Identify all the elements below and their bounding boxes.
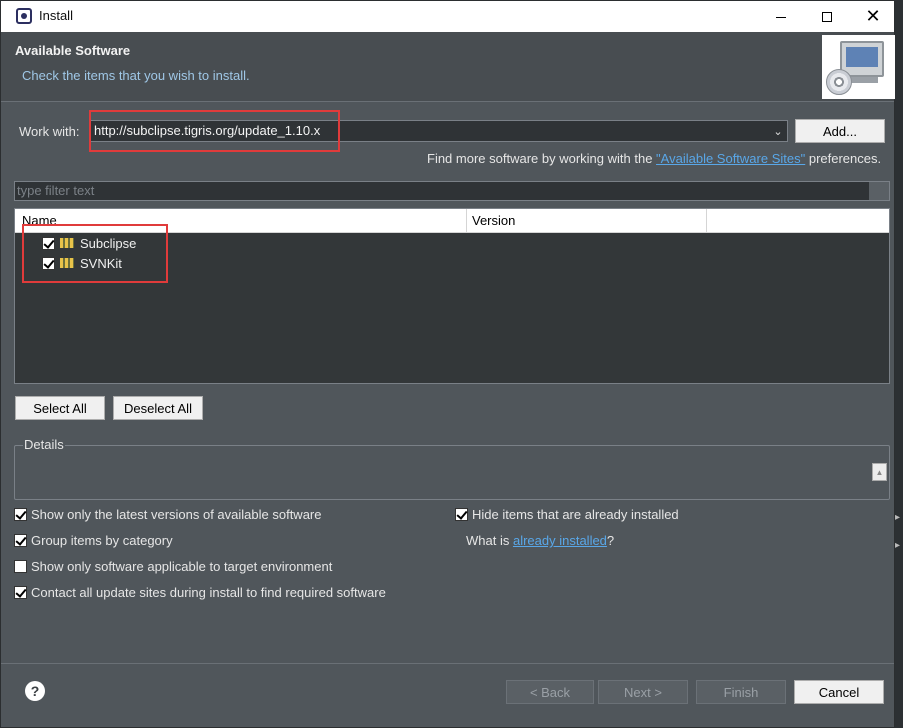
- tree-header: Name Version: [15, 209, 889, 233]
- close-icon: ✕: [865, 6, 881, 26]
- banner-subtitle: Check the items that you wish to install…: [22, 68, 250, 83]
- add-site-button[interactable]: Add...: [795, 119, 885, 143]
- filter-placeholder: type filter text: [17, 183, 95, 198]
- work-with-value: http://subclipse.tigris.org/update_1.10.…: [94, 123, 321, 138]
- minimize-icon: [776, 16, 786, 18]
- background-window-edge: ▸ ▸: [895, 0, 903, 728]
- back-button[interactable]: < Back: [506, 680, 594, 704]
- tree-item-label: SVNKit: [80, 255, 122, 271]
- contact-sites-checkbox[interactable]: [14, 586, 27, 599]
- help-icon[interactable]: ?: [25, 681, 45, 701]
- tree-item-subclipse[interactable]: Subclipse: [15, 233, 889, 253]
- option-hide-installed[interactable]: Hide items that are already installed: [455, 507, 679, 522]
- close-button[interactable]: ✕: [850, 1, 896, 32]
- scroll-arrow-icon: ▸: [895, 512, 901, 523]
- available-software-sites-link[interactable]: "Available Software Sites": [656, 151, 805, 166]
- subclipse-checkbox[interactable]: [42, 236, 55, 250]
- filter-input[interactable]: type filter text: [14, 181, 890, 201]
- software-tree: Name Version Subclipse SVNKit: [14, 208, 890, 384]
- target-environment-checkbox[interactable]: [14, 560, 27, 573]
- work-with-label: Work with:: [19, 124, 80, 139]
- work-with-combo[interactable]: http://subclipse.tigris.org/update_1.10.…: [89, 120, 788, 142]
- option-contact-update-sites[interactable]: Contact all update sites during install …: [14, 585, 386, 600]
- maximize-button[interactable]: [804, 1, 850, 32]
- column-version[interactable]: Version: [472, 213, 515, 228]
- window-title: Install: [39, 8, 73, 23]
- chevron-down-icon[interactable]: ⌄: [769, 121, 787, 141]
- already-installed-link[interactable]: already installed: [513, 533, 607, 548]
- what-is-installed-text: What is already installed?: [466, 533, 615, 548]
- svnkit-checkbox[interactable]: [42, 256, 55, 270]
- details-group: Details ▲: [14, 437, 890, 500]
- title-bar: Install ✕: [1, 1, 894, 32]
- cancel-button[interactable]: Cancel: [794, 680, 884, 704]
- maximize-icon: [822, 11, 832, 22]
- minimize-button[interactable]: [758, 1, 804, 32]
- latest-versions-checkbox[interactable]: [14, 508, 27, 521]
- option-latest-versions[interactable]: Show only the latest versions of availab…: [14, 507, 322, 522]
- option-target-environment[interactable]: Show only software applicable to target …: [14, 559, 332, 574]
- group-by-category-checkbox[interactable]: [14, 534, 27, 547]
- deselect-all-button[interactable]: Deselect All: [113, 396, 203, 420]
- banner-title: Available Software: [15, 43, 131, 58]
- scroll-arrow-icon: ▸: [895, 540, 901, 551]
- header-banner: Available Software Check the items that …: [1, 32, 895, 102]
- tree-item-label: Subclipse: [80, 235, 137, 251]
- scroll-arrows-icon[interactable]: ▲: [872, 463, 887, 481]
- select-all-button[interactable]: Select All: [15, 396, 105, 420]
- hide-installed-checkbox[interactable]: [455, 508, 468, 521]
- option-group-by-category[interactable]: Group items by category: [14, 533, 173, 548]
- next-button[interactable]: Next >: [598, 680, 688, 704]
- cd-icon: [826, 69, 852, 95]
- eclipse-icon: [16, 8, 32, 24]
- install-dialog: Install ✕ Available Software Check the i…: [0, 0, 895, 728]
- install-wizard-icon: [822, 35, 895, 99]
- clear-filter-icon[interactable]: [869, 182, 889, 200]
- footer-divider: [1, 663, 894, 664]
- category-icon: [60, 238, 74, 248]
- details-label: Details: [23, 437, 65, 452]
- column-name[interactable]: Name: [22, 213, 57, 228]
- finish-button[interactable]: Finish: [696, 680, 786, 704]
- find-more-text: Find more software by working with the "…: [427, 151, 882, 166]
- tree-item-svnkit[interactable]: SVNKit: [15, 253, 889, 273]
- category-icon: [60, 258, 74, 268]
